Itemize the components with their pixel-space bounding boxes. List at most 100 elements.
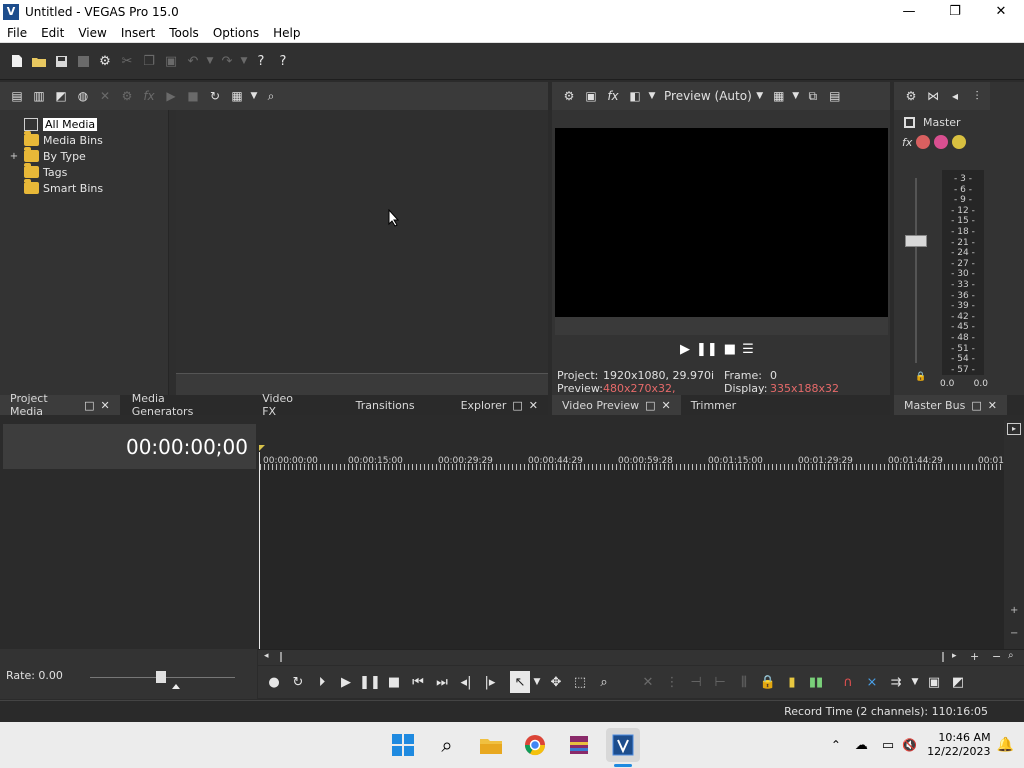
- edit-tool-dropdown-icon[interactable]: ▼: [530, 671, 544, 693]
- views-icon[interactable]: ▦: [226, 85, 248, 107]
- tree-item-tags[interactable]: Tags: [8, 163, 103, 180]
- zoom-in-horizontal-icon[interactable]: +: [970, 650, 979, 663]
- master-settings-gear-icon[interactable]: ⚙: [900, 85, 922, 107]
- auto-preview-icon[interactable]: ↻: [204, 85, 226, 107]
- clock[interactable]: 10:46 AM 12/22/2023: [927, 731, 996, 759]
- capture-video-icon[interactable]: ▥: [28, 85, 50, 107]
- tab-media-generators[interactable]: Media Generators: [120, 392, 234, 418]
- menu-tools[interactable]: Tools: [162, 26, 206, 40]
- timeline-cursor[interactable]: [259, 452, 260, 649]
- previous-frame-icon[interactable]: ◂|: [454, 671, 478, 693]
- track-list[interactable]: [0, 469, 257, 649]
- preview-quality-select[interactable]: Preview (Auto): [664, 89, 752, 103]
- delete-icon[interactable]: ✕: [636, 671, 660, 693]
- fx-bypass-icon[interactable]: [916, 135, 931, 149]
- notifications-bell-icon[interactable]: 🔔: [997, 737, 1014, 753]
- volume-muted-icon[interactable]: 🔇: [902, 738, 917, 752]
- menu-edit[interactable]: Edit: [34, 26, 71, 40]
- media-horizontal-scrollbar[interactable]: [176, 373, 548, 395]
- cursor-marker-icon[interactable]: [259, 445, 265, 451]
- ignore-event-grouping-icon[interactable]: ◩: [946, 671, 970, 693]
- pause-icon[interactable]: ❚❚: [696, 342, 718, 357]
- record-icon[interactable]: ●: [262, 671, 286, 693]
- maximize-button[interactable]: ❐: [932, 0, 978, 23]
- save-icon[interactable]: [50, 50, 72, 72]
- preview-seek-bar[interactable]: [555, 317, 888, 335]
- stop-icon[interactable]: ■: [724, 342, 736, 357]
- menu-icon[interactable]: ☰: [742, 342, 754, 357]
- close-tab-icon[interactable]: ✕: [662, 399, 671, 412]
- undo-dropdown-icon[interactable]: ▼: [204, 50, 216, 72]
- media-fx-icon[interactable]: fx: [138, 85, 160, 107]
- insert-region-icon[interactable]: ▮▮: [804, 671, 828, 693]
- undock-icon[interactable]: □: [84, 399, 94, 412]
- snapping-icon[interactable]: ∩: [836, 671, 860, 693]
- timeline-vertical-scrollbar[interactable]: ▸ + −: [1004, 420, 1024, 649]
- rate-slider-handle[interactable]: [156, 671, 166, 683]
- tab-master-bus[interactable]: Master Bus □ ✕: [894, 395, 1007, 415]
- menu-insert[interactable]: Insert: [114, 26, 162, 40]
- split-icon[interactable]: ⫼: [732, 671, 756, 693]
- cut-icon[interactable]: ✂: [116, 50, 138, 72]
- solo-icon[interactable]: [952, 135, 967, 149]
- search-taskbar-icon[interactable]: ⌕: [430, 728, 464, 762]
- undo-icon[interactable]: ↶: [182, 50, 204, 72]
- zoom-out-vertical-icon[interactable]: −: [1010, 628, 1018, 639]
- undock-icon[interactable]: □: [512, 399, 522, 412]
- menu-options[interactable]: Options: [206, 26, 266, 40]
- trim-end-icon[interactable]: ⊢: [708, 671, 732, 693]
- loop-playback-icon[interactable]: ↻: [286, 671, 310, 693]
- properties-gear-icon[interactable]: ⚙: [94, 50, 116, 72]
- views-dropdown-icon[interactable]: ▼: [248, 85, 260, 107]
- save-snapshot-icon[interactable]: ▤: [824, 85, 846, 107]
- undock-icon[interactable]: □: [645, 399, 655, 412]
- tab-video-fx[interactable]: Video FX: [234, 392, 317, 418]
- lock-icon[interactable]: 🔒: [915, 372, 926, 382]
- go-to-end-icon[interactable]: ⏭: [430, 671, 454, 693]
- envelope-tool-icon[interactable]: ✥: [544, 671, 568, 693]
- play-icon[interactable]: ▶: [680, 342, 690, 357]
- tree-item-smart-bins[interactable]: Smart Bins: [8, 179, 103, 196]
- master-fx-icon[interactable]: fx: [902, 136, 912, 149]
- paste-icon[interactable]: ▣: [160, 50, 182, 72]
- winrar-icon[interactable]: [562, 728, 596, 762]
- open-folder-icon[interactable]: [28, 50, 50, 72]
- start-button[interactable]: [386, 728, 420, 762]
- zoom-edit-tool-icon[interactable]: ⌕: [592, 671, 616, 693]
- scroll-left-icon[interactable]: ◂: [264, 651, 269, 661]
- external-monitor-icon[interactable]: ▣: [580, 85, 602, 107]
- redo-icon[interactable]: ↷: [216, 50, 238, 72]
- network-icon[interactable]: ▭: [882, 738, 894, 753]
- timeline-ruler[interactable]: 00:00:00:00 00:00:15:00 00:00:29:29 00:0…: [260, 450, 1004, 470]
- media-properties-icon[interactable]: ⚙: [116, 85, 138, 107]
- preview-settings-gear-icon[interactable]: ⚙: [558, 85, 580, 107]
- copy-icon[interactable]: ❐: [138, 50, 160, 72]
- search-icon[interactable]: ⌕: [260, 85, 282, 107]
- auto-crossfade-icon[interactable]: ⨯: [860, 671, 884, 693]
- tree-item-media-bins[interactable]: Media Bins: [8, 131, 103, 148]
- go-to-start-icon[interactable]: ⏮: [406, 671, 430, 693]
- mixer-sliders-icon[interactable]: ⫶: [966, 85, 988, 107]
- tab-video-preview[interactable]: Video Preview □ ✕: [552, 395, 681, 415]
- zoom-tool-icon[interactable]: ⌕: [1008, 650, 1014, 661]
- insert-marker-icon[interactable]: ▮: [780, 671, 804, 693]
- auto-ripple-dropdown-icon[interactable]: ▼: [908, 671, 922, 693]
- tab-trimmer[interactable]: Trimmer: [681, 395, 746, 415]
- undock-icon[interactable]: □: [971, 399, 981, 412]
- whats-this-help-icon[interactable]: ?: [250, 50, 272, 72]
- stop-media-icon[interactable]: ■: [182, 85, 204, 107]
- horizontal-scroll-thumb[interactable]: [280, 652, 944, 662]
- mute-icon[interactable]: [934, 135, 949, 149]
- close-tab-icon[interactable]: ✕: [101, 399, 110, 412]
- scroll-right-icon[interactable]: ▸: [952, 651, 957, 661]
- next-frame-icon[interactable]: |▸: [478, 671, 502, 693]
- master-fader-track[interactable]: [915, 178, 917, 363]
- trim-start-icon[interactable]: ⊣: [684, 671, 708, 693]
- stop-icon[interactable]: ■: [382, 671, 406, 693]
- get-media-icon[interactable]: ◩: [50, 85, 72, 107]
- help-icon[interactable]: ?: [272, 50, 294, 72]
- tab-transitions[interactable]: Transitions: [318, 395, 425, 415]
- lock-icon[interactable]: 🔒: [756, 671, 780, 693]
- onedrive-icon[interactable]: ☁: [855, 738, 868, 753]
- split-dropdown-icon[interactable]: ▼: [646, 85, 658, 107]
